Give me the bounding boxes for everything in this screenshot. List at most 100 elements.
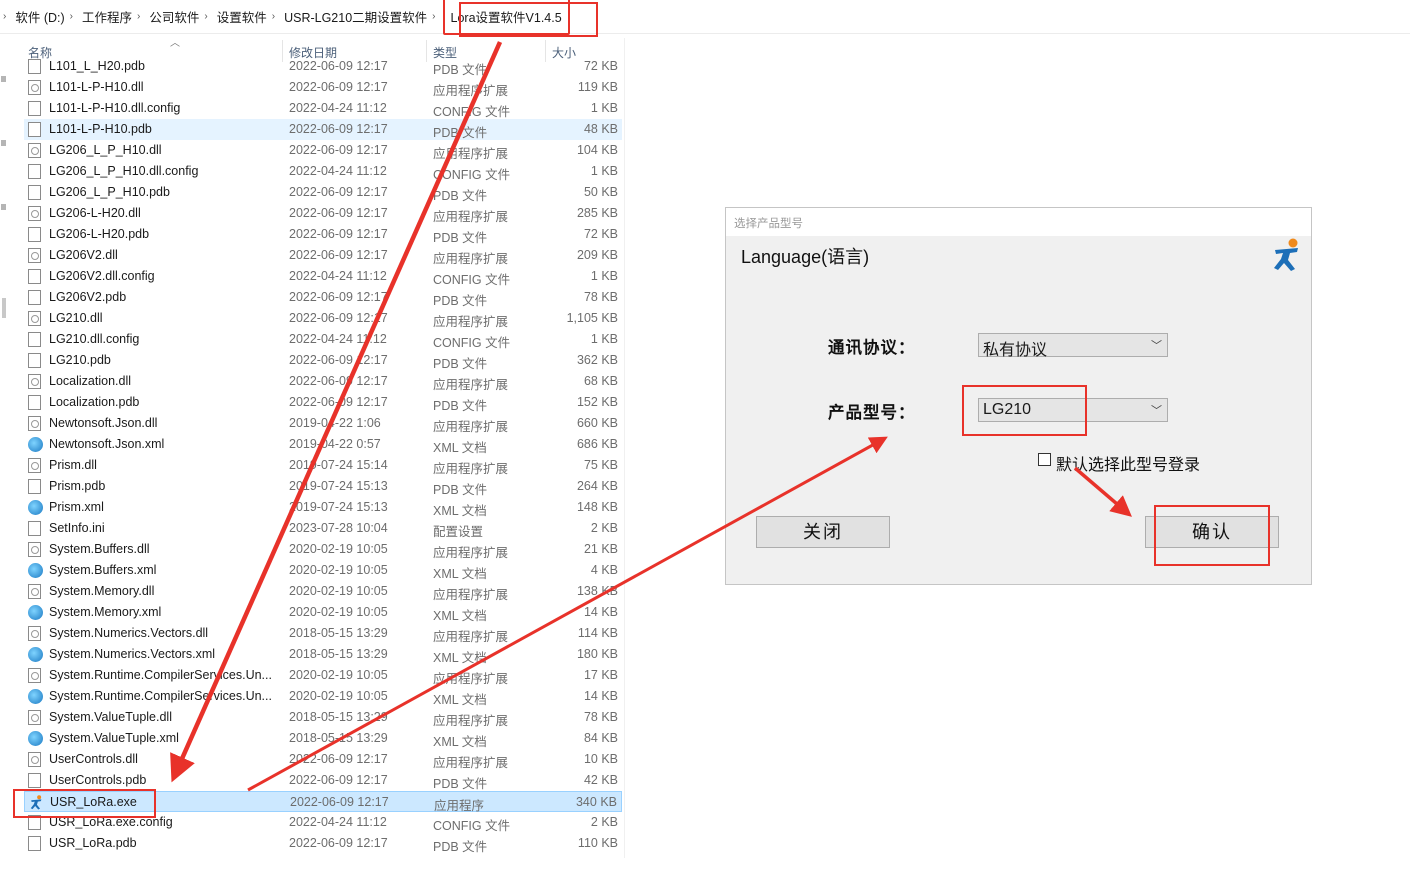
file-name: UserControls.dll bbox=[49, 752, 138, 766]
file-type: 应用程序扩展 bbox=[433, 756, 509, 770]
protocol-select[interactable]: 私有协议 ﹀ bbox=[978, 333, 1168, 359]
file-row[interactable]: Localization.dll 2022-06-09 12:17 应用程序扩展 68… bbox=[24, 371, 622, 392]
file-row[interactable]: System.Buffers.dll 2020-02-19 10:05 应用程序扩展… bbox=[24, 539, 622, 560]
default-model-checkbox[interactable] bbox=[1038, 453, 1051, 466]
breadcrumb-item[interactable]: 工作程序 bbox=[80, 5, 134, 28]
model-select[interactable]: LG210 ﹀ bbox=[978, 398, 1168, 422]
file-row[interactable]: Prism.xml 2019-07-24 15:13 XML 文档 148 KB bbox=[24, 497, 622, 518]
file-size: 1 KB bbox=[590, 101, 618, 115]
file-type: XML 文档 bbox=[433, 504, 487, 518]
file-row[interactable]: L101_L_H20.pdb 2022-06-09 12:17 PDB 文件 72 K… bbox=[24, 56, 622, 77]
usr-logo-icon bbox=[1271, 238, 1303, 277]
file-type: CONFIG 文件 bbox=[433, 168, 511, 182]
file-row[interactable]: LG206_L_P_H10.dll 2022-06-09 12:17 应用程序扩展 1… bbox=[24, 140, 622, 161]
file-row[interactable]: System.Numerics.Vectors.dll 2018-05-15 13… bbox=[24, 623, 622, 644]
file-row[interactable]: LG206_L_P_H10.dll.config 2022-04-24 11:12… bbox=[24, 161, 622, 182]
file-row[interactable]: LG206-L-H20.dll 2022-06-09 12:17 应用程序扩展 285… bbox=[24, 203, 622, 224]
chevron-right-icon[interactable]: › bbox=[432, 11, 435, 22]
file-date: 2019-07-24 15:14 bbox=[289, 458, 388, 472]
language-link[interactable]: Language(语言) bbox=[741, 243, 869, 269]
chevron-right-icon[interactable]: › bbox=[3, 11, 6, 22]
file-date: 2022-06-09 12:17 bbox=[289, 122, 388, 136]
file-size: 180 KB bbox=[576, 647, 618, 661]
file-date: 2020-02-19 10:05 bbox=[289, 584, 388, 598]
file-size: 1 KB bbox=[590, 332, 618, 346]
file-row[interactable]: SetInfo.ini 2023-07-28 10:04 配置设置 2 KB bbox=[24, 518, 622, 539]
file-row[interactable]: LG206-L-H20.pdb 2022-06-09 12:17 PDB 文件 72 … bbox=[24, 224, 622, 245]
file-date: 2018-05-15 13:29 bbox=[289, 731, 388, 745]
confirm-button[interactable]: 确认 bbox=[1145, 516, 1279, 548]
file-size: 264 KB bbox=[576, 479, 618, 493]
file-row[interactable]: Newtonsoft.Json.dll 2019-04-22 1:06 应用程序扩展… bbox=[24, 413, 622, 434]
dll-icon bbox=[28, 626, 41, 641]
file-row[interactable]: LG210.dll.config 2022-04-24 11:12 CONFIG 文… bbox=[24, 329, 622, 350]
file-date: 2018-05-15 13:29 bbox=[289, 710, 388, 724]
protocol-select-value: 私有协议 bbox=[983, 342, 1048, 359]
file-row[interactable]: System.ValueTuple.dll 2018-05-15 13:29 应用程… bbox=[24, 707, 622, 728]
file-row[interactable]: Localization.pdb 2022-06-09 12:17 PDB 文件 15… bbox=[24, 392, 622, 413]
file-row[interactable]: System.Runtime.CompilerServices.Un... 202… bbox=[24, 665, 622, 686]
file-size: 362 KB bbox=[576, 353, 618, 367]
breadcrumb-item[interactable]: 设置软件 bbox=[215, 5, 269, 28]
file-row[interactable]: LG206V2.dll 2022-06-09 12:17 应用程序扩展 209 KB bbox=[24, 245, 622, 266]
file-row[interactable]: USR_LoRa.exe.config 2022-04-24 11:12 CONFI… bbox=[24, 812, 622, 833]
nav-pane-scrollbar[interactable] bbox=[2, 298, 6, 318]
file-type: 应用程序扩展 bbox=[433, 147, 509, 161]
file-row[interactable]: Prism.pdb 2019-07-24 15:13 PDB 文件 264 KB bbox=[24, 476, 622, 497]
app-icon bbox=[29, 795, 42, 810]
file-icon bbox=[28, 332, 41, 347]
file-row[interactable]: L101-L-P-H10.pdb 2022-06-09 12:17 PDB 文件 48… bbox=[24, 119, 622, 140]
file-row[interactable]: Newtonsoft.Json.xml 2019-04-22 0:57 XML 文档… bbox=[24, 434, 622, 455]
file-date: 2022-06-09 12:17 bbox=[289, 59, 388, 73]
file-icon bbox=[28, 353, 41, 368]
file-type: XML 文档 bbox=[433, 441, 487, 455]
file-name: System.ValueTuple.dll bbox=[49, 710, 172, 724]
xml-icon bbox=[28, 731, 43, 746]
file-name: System.Memory.xml bbox=[49, 605, 162, 619]
chevron-right-icon[interactable]: › bbox=[70, 11, 73, 22]
file-row[interactable]: UserControls.dll 2022-06-09 12:17 应用程序扩展 10… bbox=[24, 749, 622, 770]
file-row[interactable]: USR_LoRa.exe 2022-06-09 12:17 应用程序 340 KB bbox=[24, 791, 622, 813]
file-row[interactable]: System.ValueTuple.xml 2018-05-15 13:29 XML… bbox=[24, 728, 622, 749]
file-row[interactable]: Prism.dll 2019-07-24 15:14 应用程序扩展 75 KB bbox=[24, 455, 622, 476]
file-type: XML 文档 bbox=[433, 735, 487, 749]
file-row[interactable]: L101-L-P-H10.dll 2022-06-09 12:17 应用程序扩展 11… bbox=[24, 77, 622, 98]
file-size: 84 KB bbox=[583, 731, 618, 745]
file-type: 应用程序扩展 bbox=[433, 462, 509, 476]
file-name: Localization.dll bbox=[49, 374, 131, 388]
file-row[interactable]: LG210.pdb 2022-06-09 12:17 PDB 文件 362 KB bbox=[24, 350, 622, 371]
default-model-label[interactable]: 默认选择此型号登录 bbox=[1056, 451, 1200, 475]
file-size: 152 KB bbox=[576, 395, 618, 409]
chevron-right-icon[interactable]: › bbox=[204, 11, 207, 22]
file-row[interactable]: LG206_L_P_H10.pdb 2022-06-09 12:17 PDB 文件 5… bbox=[24, 182, 622, 203]
file-row[interactable]: System.Runtime.CompilerServices.Un... 202… bbox=[24, 686, 622, 707]
file-size: 660 KB bbox=[576, 416, 618, 430]
chevron-right-icon[interactable]: › bbox=[137, 11, 140, 22]
file-row[interactable]: LG210.dll 2022-06-09 12:17 应用程序扩展 1,105 KB bbox=[24, 308, 622, 329]
pane-divider bbox=[624, 38, 625, 858]
breadcrumb-item[interactable]: USR-LG210二期设置软件 bbox=[282, 5, 429, 28]
dialog-titlebar[interactable]: 选择产品型号 bbox=[726, 208, 1311, 236]
chevron-right-icon[interactable]: › bbox=[272, 11, 275, 22]
file-name: LG206V2.dll bbox=[49, 248, 118, 262]
file-row[interactable]: System.Memory.xml 2020-02-19 10:05 XML 文档 1… bbox=[24, 602, 622, 623]
file-type: 应用程序扩展 bbox=[433, 315, 509, 329]
file-icon bbox=[28, 269, 41, 284]
breadcrumb-item[interactable]: Lora设置软件V1.4.5 bbox=[442, 0, 570, 35]
file-row[interactable]: System.Buffers.xml 2020-02-19 10:05 XML 文档… bbox=[24, 560, 622, 581]
file-row[interactable]: USR_LoRa.pdb 2022-06-09 12:17 PDB 文件 110 KB bbox=[24, 833, 622, 854]
breadcrumb-item[interactable]: 公司软件 bbox=[147, 5, 201, 28]
file-name: L101-L-P-H10.dll bbox=[49, 80, 144, 94]
file-type: 应用程序扩展 bbox=[433, 672, 509, 686]
file-row[interactable]: UserControls.pdb 2022-06-09 12:17 PDB 文件 42… bbox=[24, 770, 622, 791]
file-row[interactable]: System.Numerics.Vectors.xml 2018-05-15 13… bbox=[24, 644, 622, 665]
file-size: 2 KB bbox=[590, 521, 618, 535]
file-row[interactable]: L101-L-P-H10.dll.config 2022-04-24 11:12 C… bbox=[24, 98, 622, 119]
file-name: System.Runtime.CompilerServices.Un... bbox=[49, 668, 272, 682]
file-row[interactable]: LG206V2.dll.config 2022-04-24 11:12 CONFIG… bbox=[24, 266, 622, 287]
close-button[interactable]: 关闭 bbox=[756, 516, 890, 548]
file-row[interactable]: System.Memory.dll 2020-02-19 10:05 应用程序扩展 1… bbox=[24, 581, 622, 602]
file-type: XML 文档 bbox=[433, 651, 487, 665]
breadcrumb-item[interactable]: 软件 (D:) bbox=[13, 5, 66, 28]
file-row[interactable]: LG206V2.pdb 2022-06-09 12:17 PDB 文件 78 KB bbox=[24, 287, 622, 308]
